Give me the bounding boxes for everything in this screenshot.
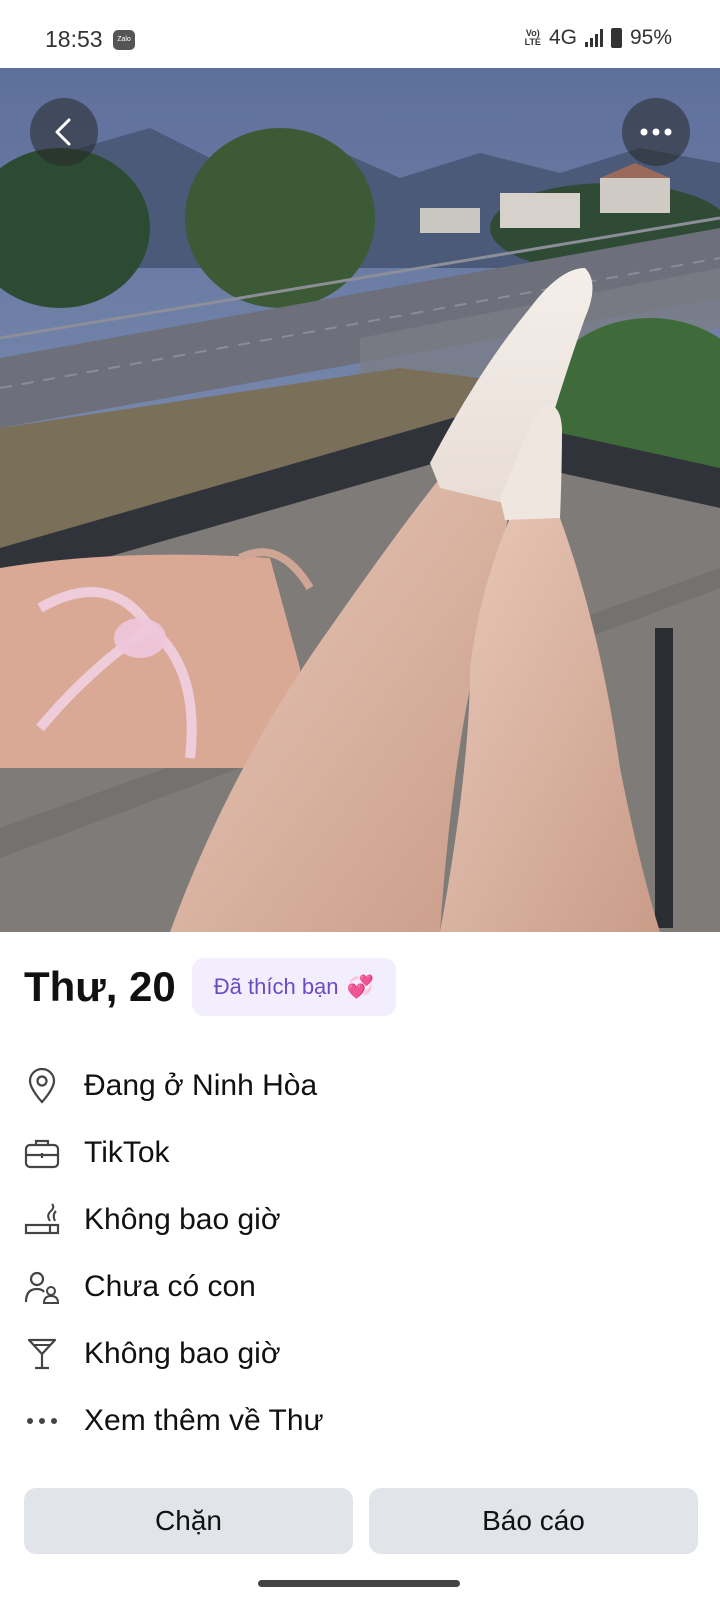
back-button[interactable] [30, 98, 98, 166]
liked-you-badge: Đã thích bạn 💞 [191, 958, 396, 1016]
heart-emoji-icon: 💞 [346, 974, 374, 999]
info-work: TikTok [24, 1119, 696, 1186]
home-indicator[interactable] [258, 1580, 460, 1587]
status-time: 18:53 [45, 26, 103, 52]
profile-header: Thư, 20 Đã thích bạn 💞 [24, 958, 396, 1016]
info-children: Chưa có con [24, 1253, 696, 1320]
more-dots-icon [24, 1403, 60, 1439]
briefcase-icon [24, 1135, 60, 1171]
info-see-more[interactable]: Xem thêm về Thư [24, 1387, 696, 1454]
battery-icon [610, 28, 622, 48]
info-smoking-text: Không bao giờ [84, 1202, 281, 1236]
zalo-notification-icon: Zalo [113, 30, 135, 50]
more-options-button[interactable] [622, 98, 690, 166]
more-horizontal-icon [640, 128, 672, 136]
location-pin-icon [24, 1067, 60, 1104]
battery-percent: 95% [629, 26, 672, 49]
profile-info-list: Đang ở Ninh Hòa TikTok Không bao giờ Chư… [24, 1052, 696, 1454]
see-more-link[interactable]: Xem thêm về Thư [84, 1404, 324, 1438]
action-buttons: Chặn Báo cáo [24, 1488, 698, 1554]
liked-badge-text: Đã thích bạn [213, 974, 339, 999]
block-button[interactable]: Chặn [24, 1488, 353, 1554]
report-button[interactable]: Báo cáo [369, 1488, 698, 1554]
profile-photo[interactable] [0, 68, 720, 932]
info-location-text: Đang ở Ninh Hòa [84, 1068, 318, 1102]
status-indicators: Vo) LTE 4G 95% [525, 26, 672, 50]
info-location: Đang ở Ninh Hòa [24, 1052, 696, 1119]
info-smoking: Không bao giờ [24, 1186, 696, 1253]
children-icon [24, 1269, 60, 1305]
photo-scene [0, 68, 720, 932]
cocktail-glass-icon [24, 1336, 60, 1372]
info-children-text: Chưa có con [84, 1269, 256, 1303]
chevron-left-icon [55, 118, 71, 146]
info-drinking-text: Không bao giờ [84, 1336, 281, 1370]
profile-name-age: Thư, 20 [24, 963, 176, 1010]
info-drinking: Không bao giờ [24, 1320, 696, 1387]
status-bar: 18:53 Zalo Vo) LTE 4G 95% [0, 0, 720, 68]
network-type: 4G [548, 26, 577, 49]
volte-icon: Vo) LTE [524, 28, 541, 47]
signal-icon [584, 29, 603, 47]
smoking-icon [24, 1202, 60, 1238]
info-work-text: TikTok [84, 1135, 170, 1169]
